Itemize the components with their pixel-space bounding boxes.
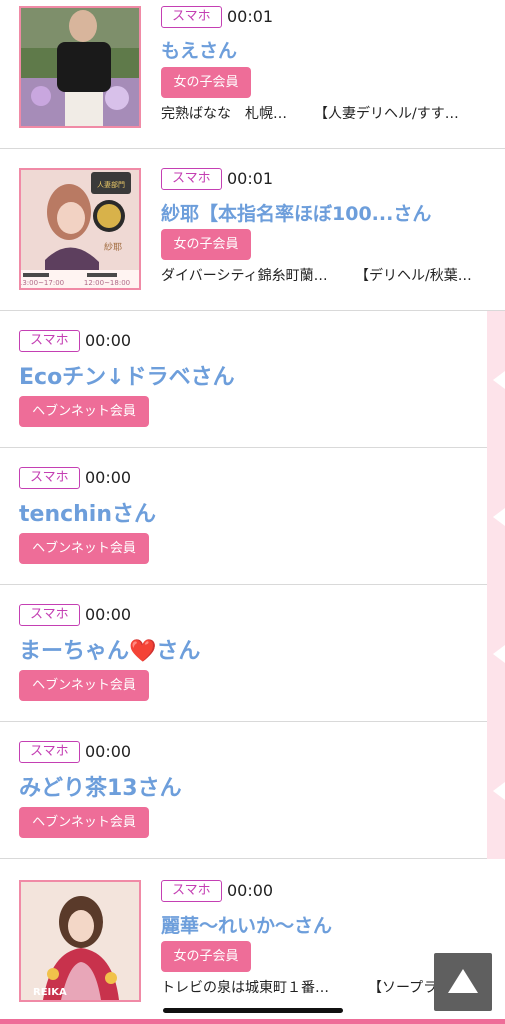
shop-category[interactable]: 【デリヘル/秋葉…	[355, 266, 485, 286]
post-time: 00:01	[227, 7, 274, 26]
member-name[interactable]: Ecoチン↓ドラベさん	[19, 359, 459, 391]
home-indicator[interactable]	[163, 1008, 343, 1013]
strip-notch	[493, 782, 505, 800]
member-type-badge: ヘブンネット会員	[19, 807, 149, 838]
bottom-accent-line	[0, 1019, 505, 1024]
member-name[interactable]: 麗華〜れいか〜さん	[161, 911, 481, 938]
profile-thumbnail[interactable]: 人妻部門 紗耶 13:00~17:00 12:00~18:00	[19, 168, 141, 290]
member-name[interactable]: まーちゃん❤️さん	[19, 633, 459, 665]
member-name[interactable]: もえさん	[161, 36, 481, 63]
post-time: 00:00	[85, 331, 132, 350]
member-name[interactable]: tenchinさん	[19, 496, 459, 528]
device-chip: スマホ	[19, 741, 80, 763]
device-chip: スマホ	[161, 168, 222, 190]
svg-text:人妻部門: 人妻部門	[97, 180, 125, 189]
list-item[interactable]: スマホ 00:00 みどり茶13さん ヘブンネット会員	[0, 722, 505, 859]
list-item[interactable]: スマホ 00:00 まーちゃん❤️さん ヘブンネット会員	[0, 585, 505, 722]
device-chip: スマホ	[19, 330, 80, 352]
svg-text:REIKA: REIKA	[33, 987, 67, 998]
member-name[interactable]: みどり茶13さん	[19, 770, 459, 802]
shop-category[interactable]: 【人妻デリヘル/すす…	[314, 104, 479, 124]
svg-text:12:00~18:00: 12:00~18:00	[84, 279, 130, 287]
post-time: 00:00	[227, 881, 274, 900]
strip-notch	[493, 508, 505, 526]
member-type-badge: 女の子会員	[161, 941, 251, 972]
member-type-badge: ヘブンネット会員	[19, 670, 149, 701]
list-item[interactable]: スマホ 00:00 tenchinさん ヘブンネット会員	[0, 448, 505, 585]
member-type-badge: ヘブンネット会員	[19, 396, 149, 427]
device-chip: スマホ	[19, 467, 80, 489]
shop-name[interactable]: ダイバーシティ錦糸町蘭…	[161, 266, 346, 286]
shop-name[interactable]: トレビの泉は城東町１番…	[161, 978, 351, 998]
device-chip: スマホ	[19, 604, 80, 626]
member-type-badge: 女の子会員	[161, 229, 251, 260]
svg-text:紗耶: 紗耶	[104, 242, 122, 253]
scroll-to-top-button[interactable]	[434, 953, 492, 1011]
list-item[interactable]: スマホ 00:00 Ecoチン↓ドラベさん ヘブンネット会員	[0, 311, 505, 448]
list-item[interactable]: REIKA スマホ 00:00 麗華〜れいか〜さん 女の子会員 トレビの泉は城東…	[0, 859, 505, 1019]
post-time: 00:00	[85, 605, 132, 624]
side-decoration-strip	[487, 311, 505, 859]
post-time: 00:00	[85, 742, 132, 761]
profile-thumbnail[interactable]	[19, 6, 141, 128]
shop-name[interactable]: 完熟ばなな 札幌…	[161, 104, 306, 124]
post-time: 00:01	[227, 169, 274, 188]
strip-notch	[493, 645, 505, 663]
device-chip: スマホ	[161, 880, 222, 902]
up-arrow-icon	[448, 969, 478, 993]
member-name[interactable]: 紗耶【本指名率ほぼ100...さん	[161, 199, 481, 226]
list-item[interactable]: スマホ 00:01 もえさん 女の子会員 完熟ばなな 札幌… 【人妻デリヘル/す…	[0, 0, 505, 149]
device-chip: スマホ	[161, 6, 222, 28]
member-type-badge: ヘブンネット会員	[19, 533, 149, 564]
list-item[interactable]: 人妻部門 紗耶 13:00~17:00 12:00~18:00 スマホ 00:0…	[0, 149, 505, 311]
strip-notch	[493, 371, 505, 389]
member-type-badge: 女の子会員	[161, 67, 251, 98]
svg-text:13:00~17:00: 13:00~17:00	[21, 279, 64, 287]
profile-thumbnail[interactable]: REIKA	[19, 880, 141, 1002]
post-time: 00:00	[85, 468, 132, 487]
